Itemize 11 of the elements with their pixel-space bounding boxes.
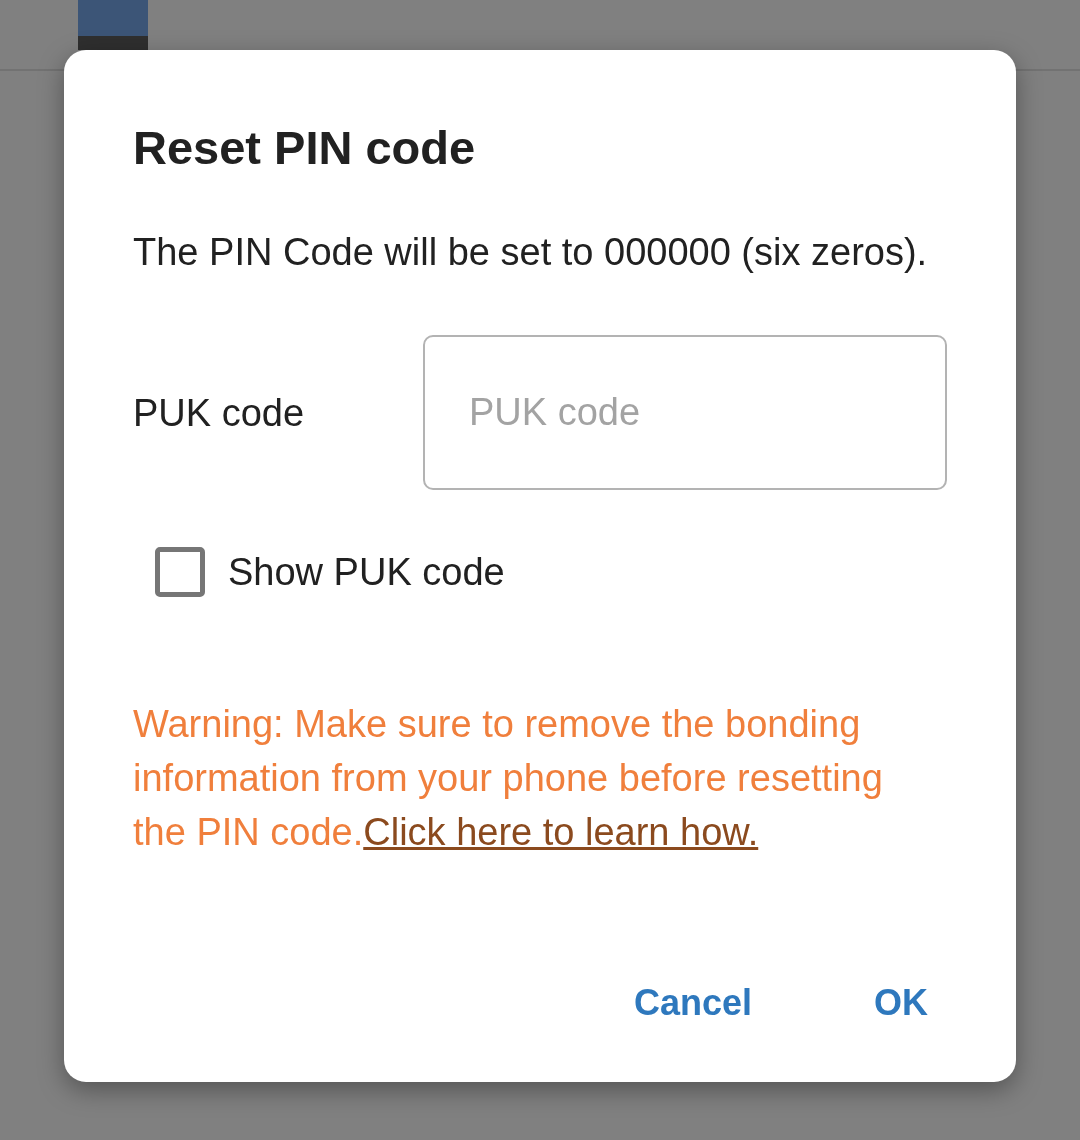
photo-placeholder xyxy=(78,0,148,50)
warning-text: Warning: Make sure to remove the bonding information from your phone before resetting the PIN code.Click here to learn how. xyxy=(133,702,884,855)
show-puk-checkbox[interactable] xyxy=(155,547,205,597)
ok-button[interactable]: OK xyxy=(855,967,947,1039)
puk-code-label: PUK code xyxy=(133,390,306,435)
puk-code-input-field[interactable]: PUK code xyxy=(423,335,947,490)
learn-how-link[interactable]: Click here to learn how. xyxy=(363,811,759,853)
show-puk-label[interactable]: Show PUK code xyxy=(228,550,505,594)
cancel-button[interactable]: Cancel xyxy=(614,967,771,1039)
dialog-title: Reset PIN code xyxy=(133,122,476,174)
dialog-message: The PIN Code will be set to 000000 (six zeros). xyxy=(133,230,928,274)
